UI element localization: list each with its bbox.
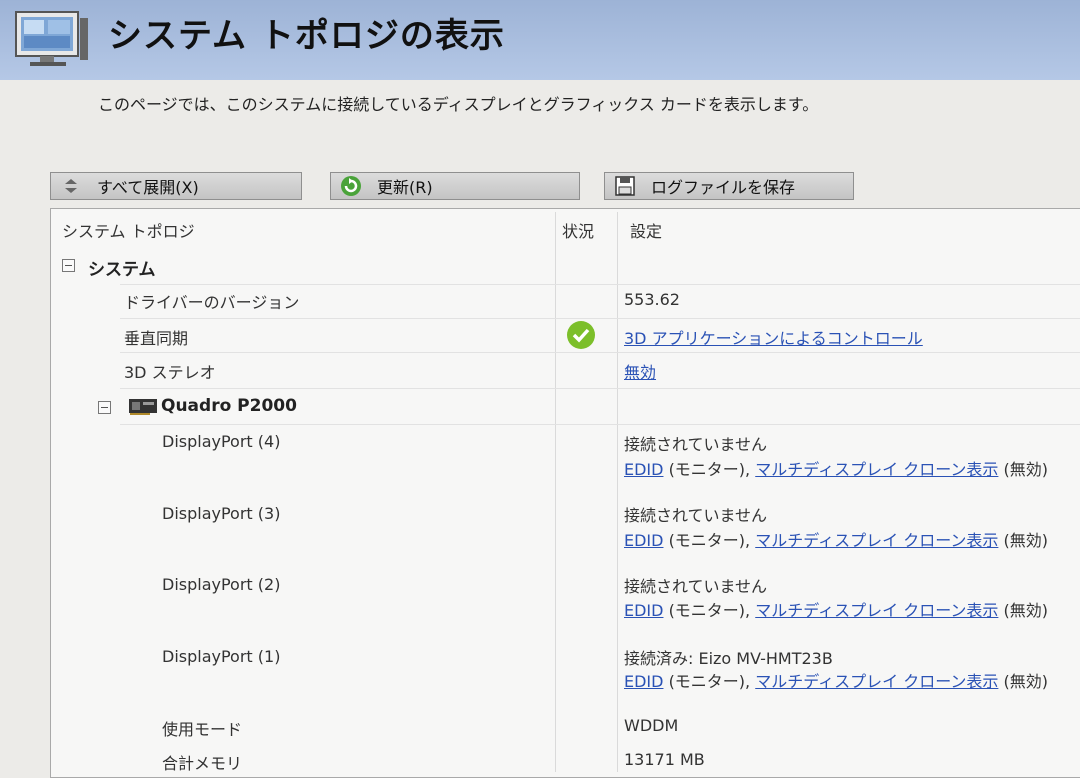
refresh-button[interactable]: 更新(R) (330, 172, 580, 200)
floppy-disk-icon (613, 174, 637, 198)
port-name: DisplayPort (4) (162, 432, 281, 451)
gpu-node-label[interactable]: Quadro P2000 (161, 396, 297, 416)
disabled-text: (無効) (1003, 531, 1049, 550)
stereo-3d-label: 3D ステレオ (124, 363, 216, 382)
monitor-topology-icon (15, 11, 88, 66)
column-header-settings[interactable]: 設定 (630, 218, 662, 242)
edid-link[interactable]: EDID (624, 672, 663, 691)
monitor-text: (モニター), (668, 601, 751, 620)
port-links: EDID (モニター), マルチディスプレイ クローン表示 (無効) (624, 527, 1048, 551)
port-name: DisplayPort (3) (162, 504, 281, 523)
vsync-setting-link[interactable]: 3D アプリケーションによるコントロール (624, 325, 923, 349)
edid-link[interactable]: EDID (624, 460, 663, 479)
monitor-text: (モニター), (668, 460, 751, 479)
expand-all-label: すべて展開(X) (97, 178, 199, 197)
row-divider (120, 318, 1080, 319)
monitor-text: (モニター), (668, 531, 751, 550)
graphics-card-icon (129, 399, 157, 415)
port-links: EDID (モニター), マルチディスプレイ クローン表示 (無効) (624, 668, 1048, 692)
page-header: システム トポロジの表示 (0, 0, 1080, 80)
port-status: 接続済み: Eizo MV-HMT23B (624, 649, 833, 668)
column-divider (555, 212, 556, 772)
system-node-label[interactable]: システム (88, 255, 156, 280)
clone-display-link[interactable]: マルチディスプレイ クローン表示 (755, 672, 998, 691)
column-header-topology[interactable]: システム トポロジ (62, 218, 195, 242)
clone-display-link[interactable]: マルチディスプレイ クローン表示 (755, 601, 998, 620)
disabled-text: (無効) (1003, 672, 1049, 691)
total-memory-label: 合計メモリ (162, 754, 243, 773)
page-description: このページでは、このシステムに接続しているディスプレイとグラフィックス カードを… (98, 95, 819, 114)
column-header-status[interactable]: 状況 (562, 218, 594, 242)
row-divider (120, 352, 1080, 353)
expand-all-button[interactable]: すべて展開(X) (50, 172, 302, 200)
port-status: 接続されていません (624, 577, 768, 596)
save-log-label: ログファイルを保存 (651, 178, 796, 197)
refresh-icon (339, 174, 363, 198)
edid-link[interactable]: EDID (624, 601, 663, 620)
row-divider (120, 424, 1080, 425)
disabled-text: (無効) (1003, 601, 1049, 620)
usage-mode-label: 使用モード (162, 720, 243, 739)
port-links: EDID (モニター), マルチディスプレイ クローン表示 (無効) (624, 456, 1048, 480)
system-collapse-toggle[interactable] (62, 259, 75, 272)
row-divider (120, 284, 1080, 285)
port-links: EDID (モニター), マルチディスプレイ クローン表示 (無効) (624, 597, 1048, 621)
expand-collapse-icon (59, 174, 83, 198)
clone-display-link[interactable]: マルチディスプレイ クローン表示 (755, 460, 998, 479)
driver-version-value: 553.62 (624, 290, 680, 309)
save-log-button[interactable]: ログファイルを保存 (604, 172, 854, 200)
refresh-label: 更新(R) (377, 178, 433, 197)
column-divider (617, 212, 618, 772)
monitor-text: (モニター), (668, 672, 751, 691)
port-status: 接続されていません (624, 435, 768, 454)
disabled-text: (無効) (1003, 460, 1049, 479)
row-divider (120, 388, 1080, 389)
page-title: システム トポロジの表示 (108, 16, 505, 56)
usage-mode-value: WDDM (624, 716, 679, 735)
gpu-collapse-toggle[interactable] (98, 401, 111, 414)
port-name: DisplayPort (1) (162, 647, 281, 666)
status-ok-check-icon (567, 321, 595, 349)
port-name: DisplayPort (2) (162, 575, 281, 594)
edid-link[interactable]: EDID (624, 531, 663, 550)
stereo-3d-setting-link[interactable]: 無効 (624, 359, 656, 383)
vsync-label: 垂直同期 (124, 329, 189, 348)
total-memory-value: 13171 MB (624, 750, 705, 769)
clone-display-link[interactable]: マルチディスプレイ クローン表示 (755, 531, 998, 550)
port-status: 接続されていません (624, 506, 768, 525)
driver-version-label: ドライバーのバージョン (124, 293, 300, 312)
